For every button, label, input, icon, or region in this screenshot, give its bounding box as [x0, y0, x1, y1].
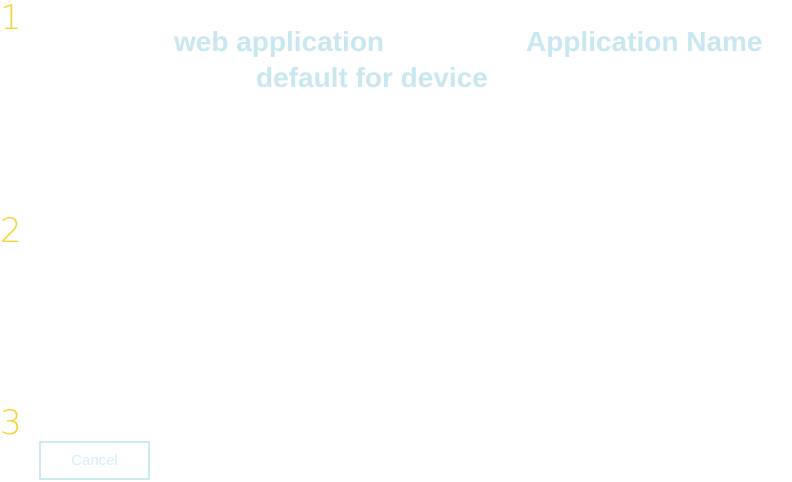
application-name-label: Application Name [526, 26, 763, 57]
step-number-3: 3 [0, 403, 22, 443]
step-number-1: 1 [0, 0, 22, 38]
web-application-label: web application [174, 26, 385, 57]
cancel-button[interactable]: Cancel [39, 441, 150, 480]
default-for-device-label: default for device [256, 62, 488, 93]
step-number-2: 2 [0, 211, 22, 251]
